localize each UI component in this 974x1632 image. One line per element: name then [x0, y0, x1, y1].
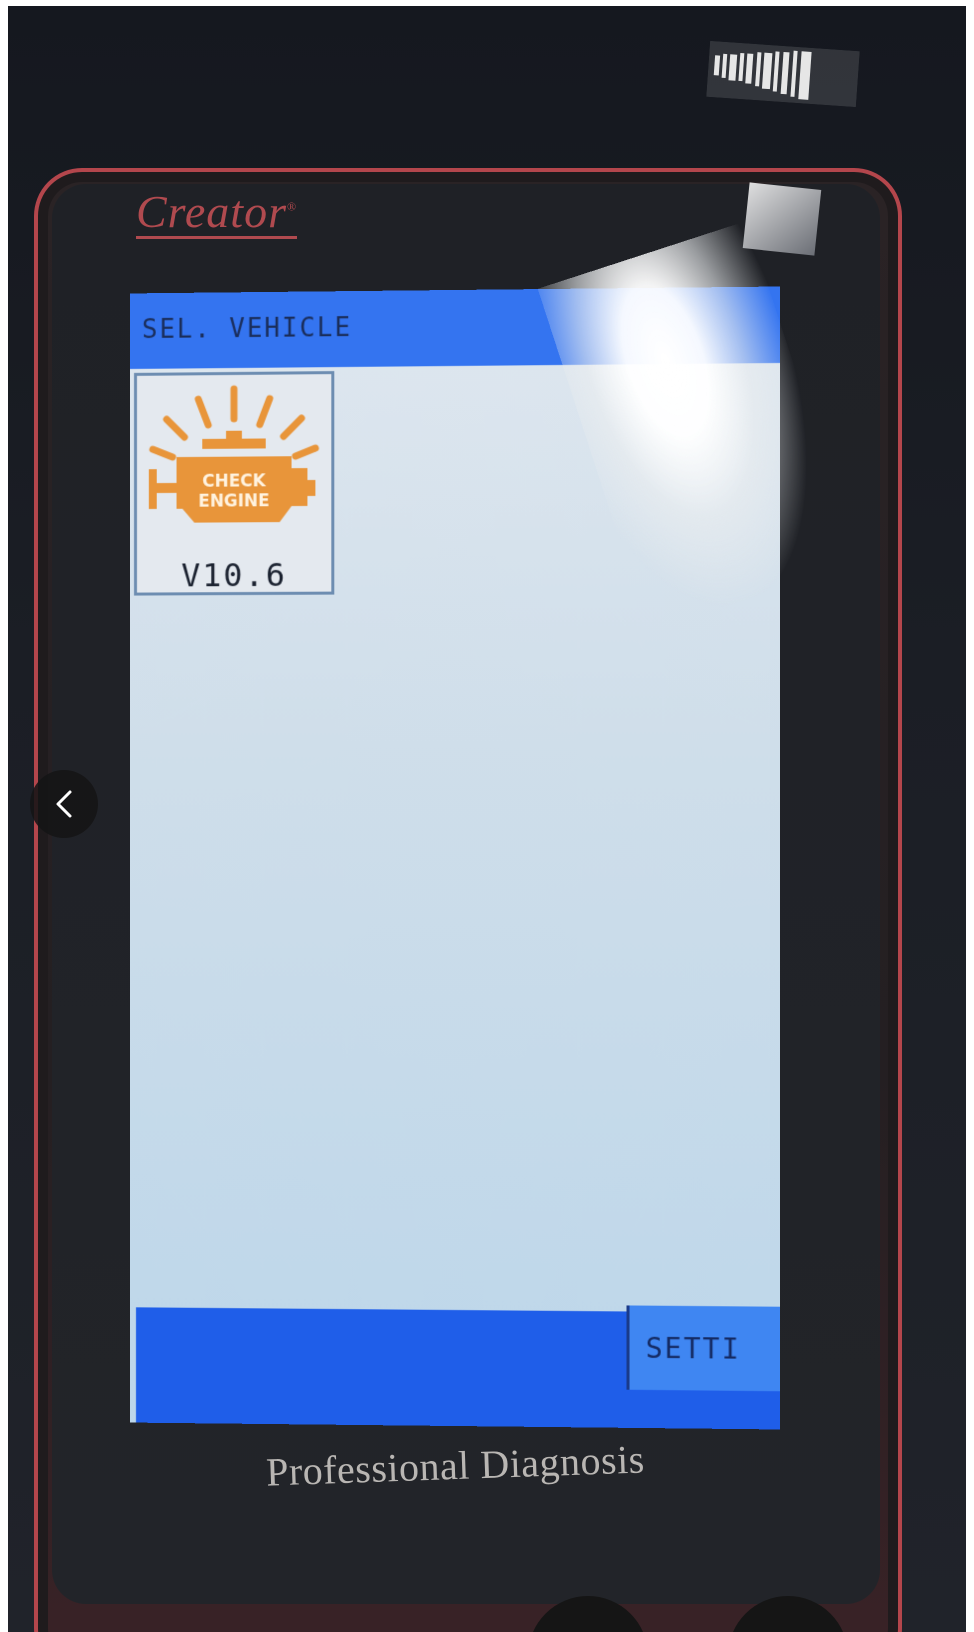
hardware-buttons — [528, 1596, 868, 1632]
device-photo: Creator® SEL. VEHICLE CHECK ENGINE V10.6… — [8, 6, 966, 1632]
device-screen: SEL. VEHICLE CHECK ENGINE V10.6 SETTI — [130, 286, 780, 1430]
app-version-label: V10.6 — [181, 555, 287, 595]
brand-logo: Creator® — [136, 187, 298, 240]
svg-text:CHECK: CHECK — [202, 470, 266, 490]
check-engine-app-tile[interactable]: CHECK ENGINE V10.6 — [134, 371, 335, 596]
barcode-sticker — [706, 40, 860, 108]
chevron-left-icon — [56, 790, 72, 818]
settings-button[interactable]: SETTI — [626, 1305, 780, 1392]
hardware-button-right[interactable] — [728, 1596, 848, 1632]
screen-title: SEL. VEHICLE — [141, 313, 353, 346]
check-engine-icon: CHECK ENGINE — [143, 380, 325, 523]
title-bar: SEL. VEHICLE — [130, 286, 780, 369]
hardware-button-left[interactable] — [528, 1596, 648, 1632]
gallery-back-button[interactable] — [30, 770, 98, 838]
tape-piece — [742, 182, 822, 256]
svg-text:ENGINE: ENGINE — [198, 490, 269, 510]
settings-label: SETTI — [645, 1331, 741, 1366]
